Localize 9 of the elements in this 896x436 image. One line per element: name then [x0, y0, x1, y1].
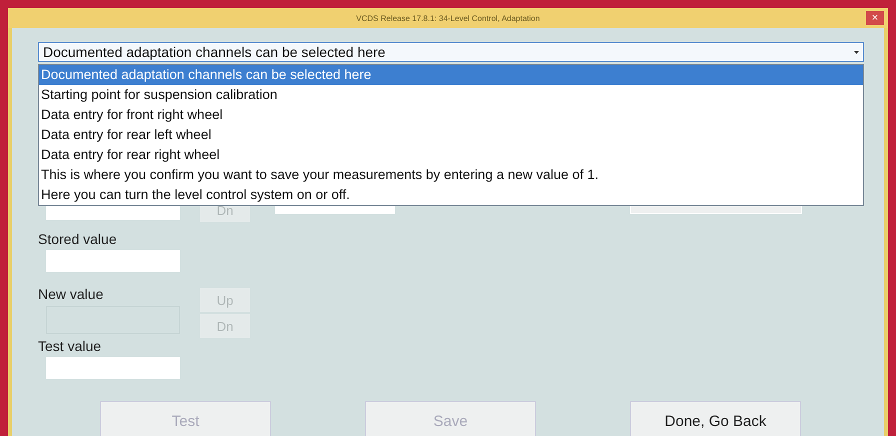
field-label: Stored value: [38, 231, 118, 247]
caret-icon: [854, 50, 859, 54]
field-label: New value: [38, 286, 104, 302]
window-title: VCDS Release 17.8.1: 34-Level Control, Adaptation: [356, 14, 540, 22]
close-button[interactable]: ×: [866, 11, 884, 25]
channel-dropdown[interactable]: Documented adaptation channels can be selected here: [38, 42, 864, 62]
action-button[interactable]: Done, Go Back: [630, 401, 801, 436]
field-label: Test value: [38, 338, 102, 354]
dropdown-option[interactable]: Documented adaptation channels can be selected here: [39, 65, 863, 85]
